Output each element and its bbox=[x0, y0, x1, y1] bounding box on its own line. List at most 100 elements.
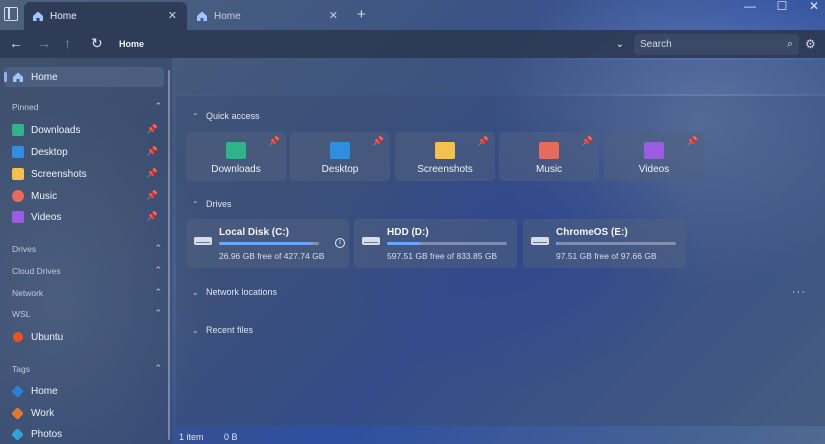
pin-icon[interactable]: 📌 bbox=[147, 124, 158, 135]
music-icon bbox=[539, 142, 559, 159]
drive-card-e[interactable]: ChromeOS (E:) 97.51 GB free of 97.66 GB bbox=[523, 219, 686, 268]
pin-icon[interactable]: 📌 bbox=[687, 136, 698, 147]
sidebar-item-label: Screenshots bbox=[31, 168, 87, 180]
section-network-locations[interactable]: ⌄ Network locations bbox=[192, 287, 277, 297]
pin-icon[interactable]: 📌 bbox=[269, 136, 280, 147]
minimize-button[interactable]: — bbox=[732, 0, 768, 14]
sidebar-section-tags[interactable]: Tags ⌃ bbox=[12, 363, 162, 374]
sidebar-section-wsl[interactable]: WSL ⌃ bbox=[12, 308, 162, 319]
app-menu-icon[interactable] bbox=[4, 7, 18, 21]
sidebar-section-drives[interactable]: Drives ⌃ bbox=[12, 243, 162, 254]
pin-icon[interactable]: 📌 bbox=[147, 168, 158, 179]
sidebar-section-pinned[interactable]: Pinned ⌃ bbox=[12, 101, 162, 112]
sidebar-item-label: Videos bbox=[31, 211, 62, 223]
section-label: Pinned bbox=[12, 102, 39, 112]
section-drives[interactable]: ⌃ Drives bbox=[192, 199, 232, 209]
pin-icon[interactable]: 📌 bbox=[373, 136, 384, 147]
up-arrow-icon[interactable]: ↑ bbox=[64, 36, 71, 50]
chevron-up-icon[interactable]: ⌃ bbox=[192, 200, 206, 209]
section-title: Network locations bbox=[206, 287, 278, 297]
sidebar-scrollbar[interactable] bbox=[168, 70, 170, 440]
gear-icon[interactable]: ⚙ bbox=[805, 37, 816, 51]
sidebar-item-label: Home bbox=[31, 71, 58, 83]
more-options-icon[interactable]: ··· bbox=[792, 286, 806, 298]
chevron-up-icon[interactable]: ⌃ bbox=[192, 112, 206, 121]
close-tab-icon[interactable]: ✕ bbox=[168, 9, 177, 22]
maximize-button[interactable]: ☐ bbox=[764, 0, 800, 14]
sidebar-item-downloads[interactable]: Downloads 📌 bbox=[4, 120, 164, 140]
new-tab-button[interactable]: + bbox=[357, 6, 366, 23]
back-arrow-icon[interactable]: ← bbox=[9, 36, 23, 50]
search-icon[interactable]: ⌕ bbox=[787, 34, 793, 55]
card-label: Desktop bbox=[321, 164, 359, 175]
chevron-up-icon[interactable]: ⌃ bbox=[154, 308, 162, 319]
tab-home-inactive[interactable]: Home ✕ bbox=[188, 2, 348, 30]
home-icon bbox=[33, 11, 43, 21]
tab-home-active[interactable]: Home ✕ bbox=[24, 2, 187, 30]
sidebar-item-label: Ubuntu bbox=[31, 331, 64, 343]
chevron-down-icon[interactable]: ⌄ bbox=[192, 326, 206, 335]
desktop-icon bbox=[330, 142, 350, 159]
sidebar-item-tag-home[interactable]: Home bbox=[4, 381, 164, 401]
sidebar-section-network[interactable]: Network ⌃ bbox=[12, 287, 162, 298]
pin-icon[interactable]: 📌 bbox=[147, 190, 158, 201]
search-input[interactable]: Search ⌕ bbox=[634, 34, 799, 55]
section-recent-files[interactable]: ⌄ Recent files bbox=[192, 325, 253, 335]
sidebar-item-screenshots[interactable]: Screenshots 📌 bbox=[4, 164, 164, 184]
card-label: Music bbox=[535, 164, 563, 175]
drive-usage-fill bbox=[387, 242, 421, 245]
sidebar-section-cloud-drives[interactable]: Cloud Drives ⌃ bbox=[12, 265, 162, 276]
drive-card-d[interactable]: HDD (D:) 597.51 GB free of 833.85 GB bbox=[354, 219, 517, 268]
drive-usage-bar bbox=[387, 242, 507, 245]
sidebar-item-tag-work[interactable]: Work bbox=[4, 403, 164, 423]
folder-icon bbox=[12, 168, 24, 180]
chevron-up-icon[interactable]: ⌃ bbox=[154, 243, 162, 254]
breadcrumb[interactable]: Home bbox=[119, 39, 144, 49]
refresh-icon[interactable]: ↻ bbox=[91, 36, 103, 50]
pin-icon[interactable]: 📌 bbox=[582, 136, 593, 147]
quick-access-downloads[interactable]: 📌 Downloads bbox=[186, 132, 286, 181]
drive-icon bbox=[362, 237, 380, 245]
pin-icon[interactable]: 📌 bbox=[478, 136, 489, 147]
pin-icon[interactable]: 📌 bbox=[147, 146, 158, 157]
status-bar: 1 item 0 B bbox=[179, 432, 256, 442]
section-title: Recent files bbox=[206, 325, 254, 335]
chevron-up-icon[interactable]: ⌃ bbox=[154, 101, 162, 112]
drive-usage-bar bbox=[556, 242, 676, 245]
drive-free-space: 26.96 GB free of 427.74 GB bbox=[219, 251, 325, 261]
drive-usage-fill bbox=[556, 242, 559, 245]
chevron-up-icon[interactable]: ⌃ bbox=[154, 287, 162, 298]
quick-access-videos[interactable]: 📌 Videos bbox=[604, 132, 704, 181]
chevron-down-icon[interactable]: ⌄ bbox=[192, 288, 206, 297]
drive-name: Local Disk (C:) bbox=[219, 227, 290, 238]
sidebar-item-home[interactable]: Home bbox=[4, 67, 164, 87]
drive-card-c[interactable]: Local Disk (C:) i 26.96 GB free of 427.7… bbox=[186, 219, 349, 268]
sidebar-item-tag-photos[interactable]: Photos bbox=[4, 424, 164, 444]
drive-free-space: 597.51 GB free of 833.85 GB bbox=[387, 251, 498, 261]
section-quick-access[interactable]: ⌃ Quick access bbox=[192, 111, 260, 121]
chevron-up-icon[interactable]: ⌃ bbox=[154, 265, 162, 276]
drive-free-space: 97.51 GB free of 97.66 GB bbox=[556, 251, 657, 261]
path-field[interactable]: Home ⌄ bbox=[112, 35, 628, 54]
close-window-button[interactable]: ✕ bbox=[796, 0, 825, 14]
info-icon[interactable]: i bbox=[335, 238, 345, 248]
tag-icon bbox=[11, 406, 24, 420]
sidebar-item-desktop[interactable]: Desktop 📌 bbox=[4, 142, 164, 162]
forward-arrow-icon[interactable]: → bbox=[37, 36, 51, 50]
quick-access-screenshots[interactable]: 📌 Screenshots bbox=[395, 132, 495, 181]
sidebar-item-videos[interactable]: Videos 📌 bbox=[4, 207, 164, 227]
sidebar-item-music[interactable]: Music 📌 bbox=[4, 186, 164, 206]
close-tab-icon[interactable]: ✕ bbox=[329, 9, 338, 22]
chevron-down-icon[interactable]: ⌄ bbox=[616, 35, 624, 54]
quick-access-desktop[interactable]: 📌 Desktop bbox=[290, 132, 390, 181]
downloads-icon bbox=[226, 142, 246, 159]
search-placeholder: Search bbox=[640, 39, 672, 50]
drive-icon bbox=[531, 237, 549, 245]
sidebar-item-ubuntu[interactable]: Ubuntu bbox=[4, 327, 164, 347]
pin-icon[interactable]: 📌 bbox=[147, 211, 158, 222]
chevron-up-icon[interactable]: ⌃ bbox=[154, 363, 162, 374]
command-bar bbox=[176, 60, 825, 94]
title-bar: Home ✕ Home ✕ + — ☐ ✕ bbox=[0, 0, 825, 30]
quick-access-music[interactable]: 📌 Music bbox=[499, 132, 599, 181]
ubuntu-icon bbox=[13, 332, 23, 342]
